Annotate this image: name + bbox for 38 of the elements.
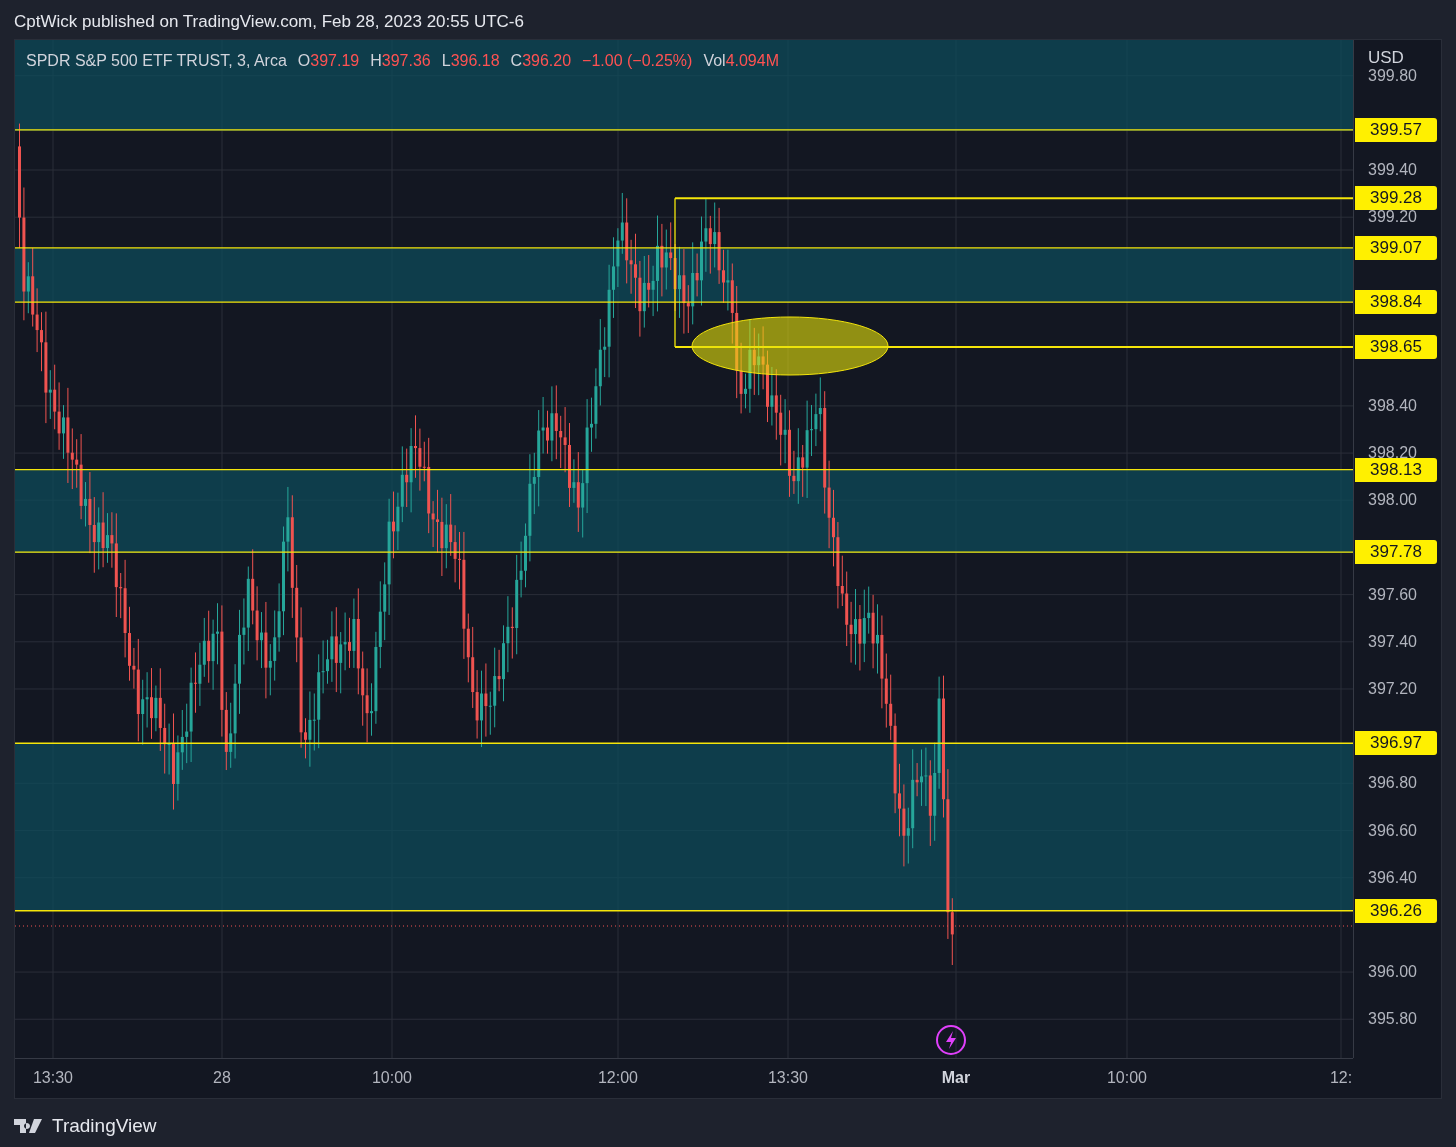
time-tick: 28: [212, 1069, 232, 1087]
ohlc-value: L396.18: [441, 52, 500, 70]
time-tick: 13:30: [766, 1069, 809, 1087]
ohlc-value: H397.36: [370, 52, 431, 70]
price-tick: 396.60: [1368, 820, 1417, 841]
price-tick: 398.00: [1368, 490, 1417, 511]
price-tick: 395.80: [1368, 1009, 1417, 1030]
publication-info: CptWick published on TradingView.com, Feb 28, 2023 20:55 UTC-6: [14, 11, 525, 33]
level-label: 398.13: [1355, 457, 1437, 482]
level-label: 398.65: [1355, 334, 1437, 359]
level-label: 398.84: [1355, 290, 1437, 315]
price-tick: 399.40: [1368, 160, 1417, 180]
price-tick: 397.40: [1368, 631, 1417, 652]
time-tick: 13:30: [31, 1069, 74, 1087]
brand-name: TradingView: [52, 1115, 157, 1137]
level-label: 397.78: [1355, 540, 1437, 565]
level-label: 399.07: [1355, 235, 1437, 260]
level-label: 399.28: [1355, 186, 1437, 211]
level-label: 396.26: [1355, 898, 1437, 923]
level-label: 396.97: [1355, 731, 1437, 756]
time-tick: Mar: [940, 1069, 972, 1087]
time-tick: 10:00: [370, 1069, 413, 1087]
price-tick: 396.40: [1368, 867, 1417, 888]
ohlc-value: O397.19: [297, 52, 360, 70]
ohlc-value: Vol4.094M: [703, 52, 779, 70]
time-tick: 10:00: [1105, 1069, 1148, 1087]
price-tick: 397.60: [1368, 584, 1417, 605]
time-tick: 12:: [1328, 1069, 1353, 1087]
price-tick: 398.40: [1368, 395, 1417, 416]
price-tick: 396.80: [1368, 773, 1417, 794]
level-label: 399.57: [1355, 117, 1437, 142]
price-tick: 397.20: [1368, 678, 1417, 699]
symbol-name: SPDR S&P 500 ETF TRUST, 3, Arca: [26, 52, 287, 70]
price-tick: 396.00: [1368, 962, 1417, 983]
ohlc-value: C396.20: [510, 52, 572, 70]
time-tick: 12:00: [596, 1069, 639, 1087]
ohlc-value: −1.00 (−0.25%): [582, 52, 693, 70]
price-tick: 399.80: [1368, 65, 1417, 86]
